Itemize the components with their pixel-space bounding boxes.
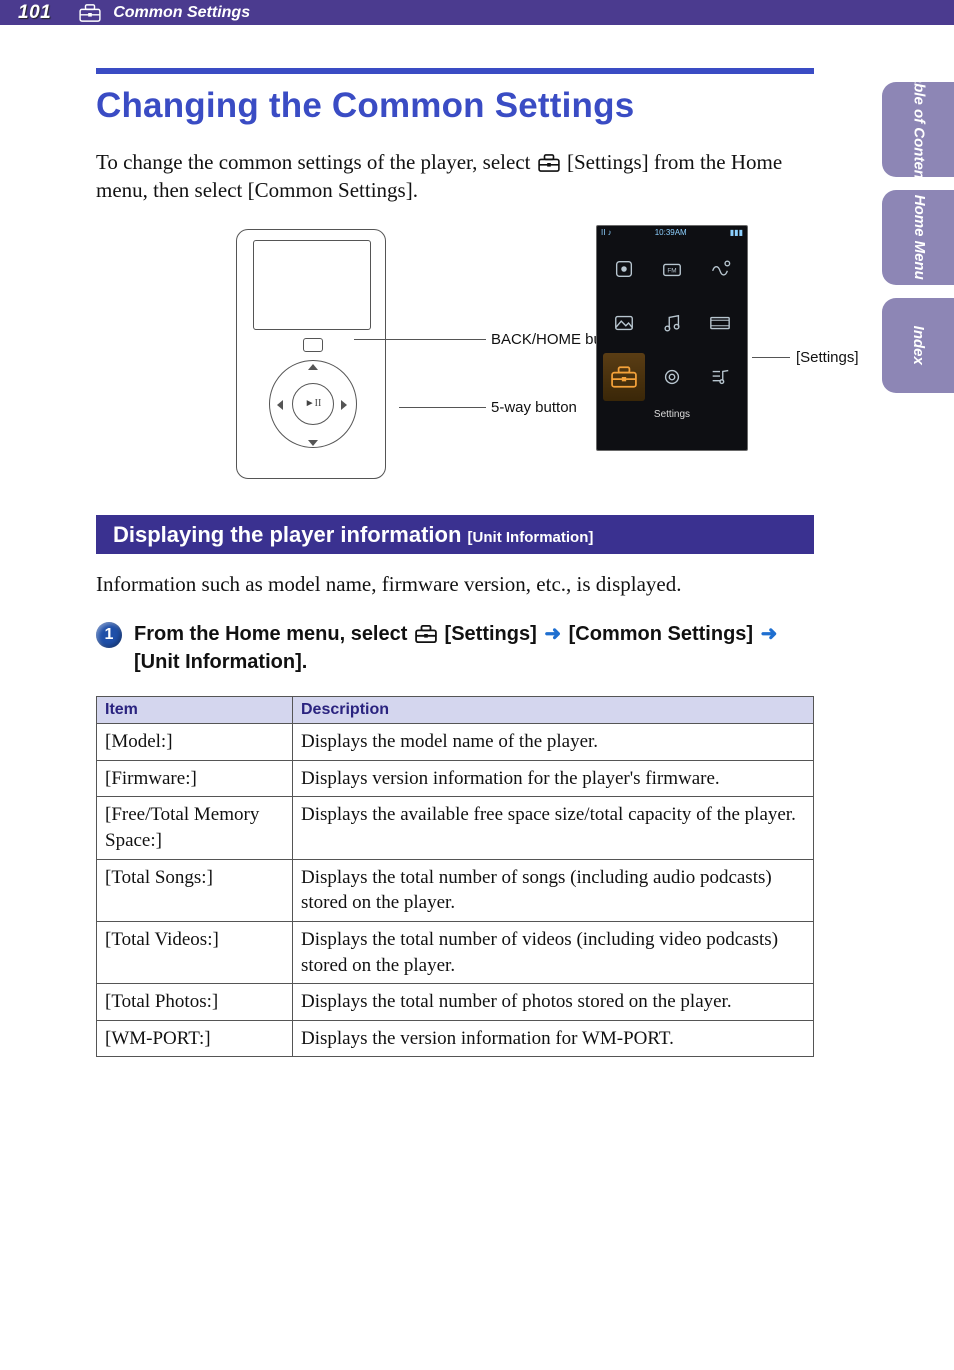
fiveway-right <box>341 400 347 410</box>
subsection-subtitle: [Unit Information] <box>463 529 593 546</box>
table-row: [Total Photos:] Displays the total numbe… <box>97 984 814 1021</box>
leader-line-backhome <box>354 339 486 340</box>
side-tab-index-label: Index <box>910 326 927 365</box>
hm-status-right: ▮▮▮ <box>730 228 743 237</box>
device-screen <box>253 240 371 330</box>
table-cell-desc: Displays the total number of songs (incl… <box>293 859 814 921</box>
page-header: 101 Common Settings <box>0 0 954 25</box>
step-text: From the Home menu, select [Settings] ➜ … <box>134 620 814 676</box>
table-cell-item: [WM-PORT:] <box>97 1020 293 1057</box>
table-row: [Firmware:] Displays version information… <box>97 760 814 797</box>
table-header-description: Description <box>293 697 814 724</box>
table-cell-item: [Firmware:] <box>97 760 293 797</box>
table-row: [WM-PORT:] Displays the version informat… <box>97 1020 814 1057</box>
title-rule <box>96 68 814 74</box>
arrow-icon: ➜ <box>544 623 561 645</box>
step-s3: [Unit Information]. <box>134 651 307 673</box>
table-row: [Total Videos:] Displays the total numbe… <box>97 921 814 983</box>
table-cell-desc: Displays the version information for WM-… <box>293 1020 814 1057</box>
side-tab-home-menu[interactable]: Home Menu <box>882 190 954 285</box>
svg-text:FM: FM <box>667 267 676 274</box>
side-tab-toc-label: Table of Contents <box>910 66 927 192</box>
leader-line-fiveway <box>399 407 486 408</box>
toolbox-icon <box>538 154 560 172</box>
subsection-bar: Displaying the player information [Unit … <box>96 515 814 554</box>
label-settings: [Settings] <box>796 349 859 366</box>
unit-info-table: Item Description [Model:] Displays the m… <box>96 696 814 1057</box>
hm-icon-noisecancel <box>603 245 645 293</box>
intro-text-a: To change the common settings of the pla… <box>96 150 536 174</box>
table-row: [Model:] Displays the model name of the … <box>97 724 814 761</box>
step-1: 1 From the Home menu, select [Settings] … <box>96 620 814 676</box>
intro-paragraph: To change the common settings of the pla… <box>96 148 814 205</box>
table-row: [Total Songs:] Displays the total number… <box>97 859 814 921</box>
page-number: 101 <box>18 2 51 24</box>
subsection-description: Information such as model name, firmware… <box>96 570 814 598</box>
device-figure: ►II BACK/HOME button 5-way button II ♪ 1… <box>96 225 814 485</box>
side-tab-home-menu-label: Home Menu <box>910 195 927 280</box>
step-pre: From the Home menu, select <box>134 623 413 645</box>
step-badge: 1 <box>96 622 122 648</box>
hm-icon-videos <box>699 299 741 347</box>
home-menu-mock: II ♪ 10:39AM ▮▮▮ FM Settings <box>596 225 748 451</box>
hm-icon-noise <box>699 245 741 293</box>
fiveway-left <box>277 400 283 410</box>
toolbox-icon <box>79 4 101 22</box>
step-number: 1 <box>105 626 114 644</box>
table-cell-desc: Displays the total number of photos stor… <box>293 984 814 1021</box>
device-outline: ►II <box>236 229 386 479</box>
hm-icon-podcast <box>651 353 693 401</box>
hm-icon-playlists <box>699 353 741 401</box>
side-tab-index[interactable]: Index <box>882 298 954 393</box>
table-cell-item: [Model:] <box>97 724 293 761</box>
page-title: Changing the Common Settings <box>96 86 814 126</box>
table-cell-item: [Total Videos:] <box>97 921 293 983</box>
hm-status-left: II ♪ <box>601 228 612 237</box>
step-s2: [Common Settings] <box>569 623 759 645</box>
table-row: [Free/Total Memory Space:] Displays the … <box>97 797 814 859</box>
back-home-button-shape <box>303 338 323 352</box>
hm-icon-settings-selected <box>603 353 645 401</box>
table-cell-desc: Displays the available free space size/t… <box>293 797 814 859</box>
hm-icon-photos <box>603 299 645 347</box>
table-cell-desc: Displays version information for the pla… <box>293 760 814 797</box>
table-header-item: Item <box>97 697 293 724</box>
hm-icon-fm: FM <box>651 245 693 293</box>
label-fiveway: 5-way button <box>491 399 577 416</box>
table-cell-item: [Total Photos:] <box>97 984 293 1021</box>
hm-clock: 10:39AM <box>655 228 687 237</box>
toolbox-icon <box>415 625 437 643</box>
leader-line-settings <box>752 357 790 358</box>
header-section-label: Common Settings <box>113 4 250 22</box>
table-cell-desc: Displays the model name of the player. <box>293 724 814 761</box>
table-cell-item: [Total Songs:] <box>97 859 293 921</box>
table-cell-item: [Free/Total Memory Space:] <box>97 797 293 859</box>
side-tab-toc[interactable]: Table of Contents <box>882 82 954 177</box>
subsection-title: Displaying the player information <box>113 522 461 547</box>
step-s1: [Settings] <box>445 623 543 645</box>
fiveway-center: ►II <box>292 383 334 425</box>
fiveway-up <box>308 364 318 370</box>
table-cell-desc: Displays the total number of videos (inc… <box>293 921 814 983</box>
content-region: Changing the Common Settings To change t… <box>96 68 814 1057</box>
fiveway-down <box>308 440 318 446</box>
arrow-icon: ➜ <box>761 623 778 645</box>
hm-icon-music <box>651 299 693 347</box>
hm-status-bar: II ♪ 10:39AM ▮▮▮ <box>597 226 747 239</box>
hm-caption: Settings <box>597 407 747 420</box>
